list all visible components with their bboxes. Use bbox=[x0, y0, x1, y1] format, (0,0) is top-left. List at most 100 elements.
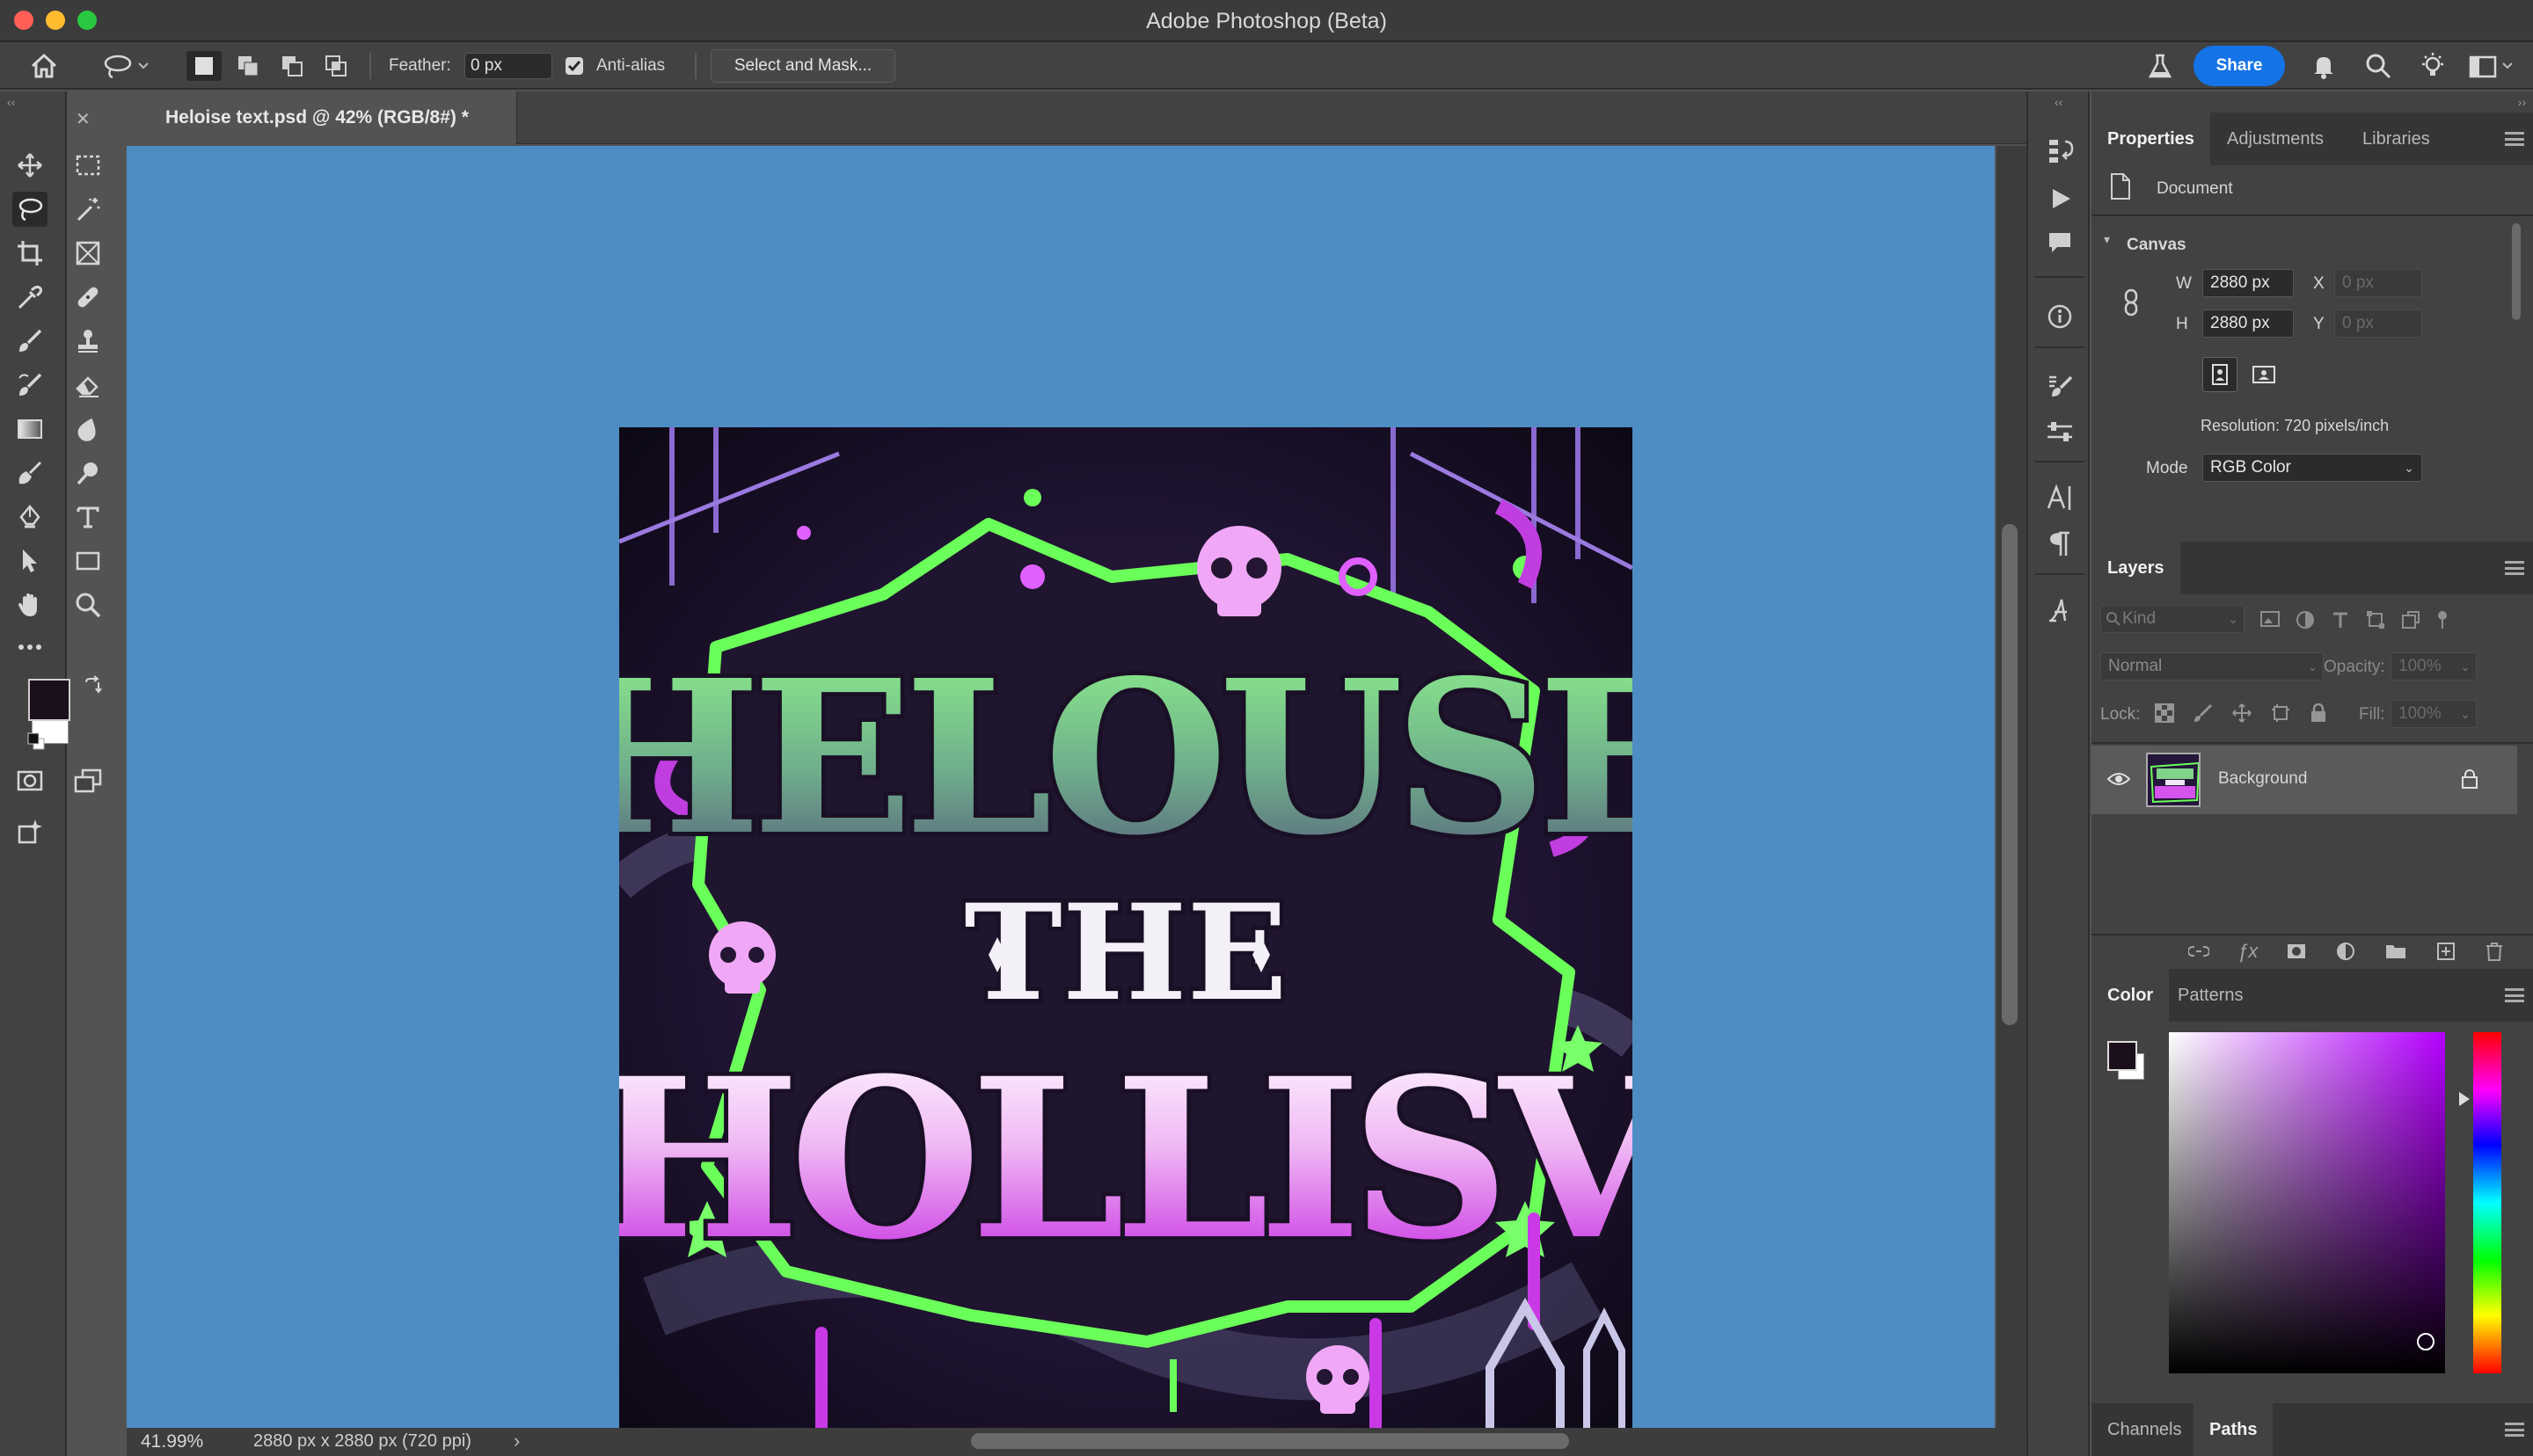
tab-libraries[interactable]: Libraries bbox=[2347, 113, 2446, 165]
new-group-icon[interactable] bbox=[2384, 941, 2407, 962]
collapse-panels-icon[interactable]: ›› bbox=[2518, 95, 2526, 109]
filter-pixel-icon[interactable] bbox=[2260, 610, 2280, 628]
blend-mode-select[interactable]: Normal ⌄ bbox=[2100, 652, 2324, 681]
path-selection-tool-icon[interactable] bbox=[12, 543, 47, 579]
info-panel-icon[interactable] bbox=[2040, 297, 2079, 336]
vertical-scrollbar[interactable] bbox=[1996, 146, 2026, 1428]
foreground-color-swatch[interactable] bbox=[28, 679, 70, 721]
opacity-input[interactable]: 100% ⌄ bbox=[2391, 652, 2477, 681]
generative-icon[interactable] bbox=[12, 814, 47, 849]
status-chevron-icon[interactable]: › bbox=[514, 1430, 520, 1452]
link-dimensions-icon[interactable] bbox=[2121, 288, 2141, 317]
magic-wand-tool-icon[interactable] bbox=[70, 192, 106, 227]
layers-menu-icon[interactable] bbox=[2505, 561, 2524, 575]
feather-input[interactable]: 0 px bbox=[464, 53, 552, 79]
healing-brush-tool-icon[interactable] bbox=[70, 280, 106, 315]
eraser-tool-icon[interactable] bbox=[70, 368, 106, 403]
mode-select[interactable]: RGB Color ⌄ bbox=[2202, 454, 2422, 482]
width-input[interactable]: 2880 px bbox=[2202, 269, 2294, 297]
flask-icon[interactable] bbox=[2142, 51, 2178, 81]
tab-layers[interactable]: Layers bbox=[2091, 542, 2180, 594]
close-tab-x-icon[interactable]: ✕ bbox=[76, 108, 91, 130]
filter-shape-icon[interactable] bbox=[2366, 610, 2385, 630]
horizontal-scroll-thumb[interactable] bbox=[971, 1433, 1569, 1449]
paragraph-panel-icon[interactable] bbox=[2040, 524, 2079, 563]
filter-type-icon[interactable] bbox=[2331, 610, 2350, 630]
gradient-tool-icon[interactable] bbox=[12, 411, 47, 447]
portrait-orientation-icon[interactable] bbox=[2202, 357, 2237, 392]
y-input[interactable]: 0 px bbox=[2334, 309, 2422, 338]
character-panel-icon[interactable] bbox=[2040, 478, 2079, 517]
hue-slider-marker-icon[interactable] bbox=[2459, 1092, 2470, 1106]
canvas-collapse-chevron-icon[interactable]: ▾ bbox=[2104, 232, 2110, 247]
tab-patterns[interactable]: Patterns bbox=[2162, 969, 2259, 1022]
properties-menu-icon[interactable] bbox=[2505, 132, 2524, 146]
marquee-tool-icon[interactable] bbox=[70, 148, 106, 183]
layer-lock-icon[interactable] bbox=[2461, 768, 2478, 790]
collapse-icons-icon[interactable]: ‹‹ bbox=[2055, 95, 2062, 109]
lock-pixels-icon[interactable] bbox=[2194, 703, 2213, 723]
filter-smart-object-icon[interactable] bbox=[2401, 610, 2420, 630]
layer-visibility-eye-icon[interactable] bbox=[2107, 770, 2130, 788]
lock-transparent-icon[interactable] bbox=[2155, 703, 2174, 723]
select-and-mask-button[interactable]: Select and Mask... bbox=[711, 49, 895, 83]
fill-input[interactable]: 100% ⌄ bbox=[2391, 700, 2477, 728]
rectangle-tool-icon[interactable] bbox=[70, 543, 106, 579]
zoom-level[interactable]: 41.99% bbox=[141, 1431, 203, 1452]
landscape-orientation-icon[interactable] bbox=[2246, 357, 2281, 392]
comments-panel-icon[interactable] bbox=[2040, 223, 2079, 262]
subtract-selection-icon[interactable] bbox=[274, 51, 310, 81]
paths-menu-icon[interactable] bbox=[2505, 1423, 2524, 1437]
more-tools-icon[interactable] bbox=[12, 630, 47, 665]
lock-position-icon[interactable] bbox=[2232, 703, 2252, 723]
zoom-tool-icon[interactable] bbox=[70, 587, 106, 622]
layer-effects-fx-icon[interactable]: ƒx bbox=[2237, 941, 2258, 962]
color-panel-fg-swatch[interactable] bbox=[2107, 1041, 2137, 1071]
tab-channels[interactable]: Channels bbox=[2091, 1403, 2198, 1456]
filter-adjustment-icon[interactable] bbox=[2296, 610, 2315, 630]
eyedropper-tool-icon[interactable] bbox=[12, 280, 47, 315]
new-layer-icon[interactable] bbox=[2435, 941, 2456, 962]
color-picker-marker[interactable] bbox=[2417, 1333, 2434, 1350]
dodge-tool-icon[interactable] bbox=[12, 455, 47, 491]
layer-kind-filter[interactable]: Kind ⌄ bbox=[2100, 605, 2245, 633]
color-menu-icon[interactable] bbox=[2505, 988, 2524, 1002]
history-brush-tool-icon[interactable] bbox=[12, 368, 47, 403]
height-input[interactable]: 2880 px bbox=[2202, 309, 2294, 338]
canvas-area[interactable]: HELOUSE THE HOLLISV bbox=[127, 146, 1995, 1440]
add-selection-icon[interactable] bbox=[230, 51, 266, 81]
document-tab[interactable]: ✕ Heloise text.psd @ 42% (RGB/8#) * bbox=[69, 91, 517, 144]
burn-tool-icon[interactable] bbox=[70, 455, 106, 491]
lock-artboard-icon[interactable] bbox=[2271, 703, 2290, 723]
tab-color[interactable]: Color bbox=[2091, 969, 2170, 1022]
layer-row[interactable]: Background bbox=[2091, 746, 2517, 814]
share-button[interactable]: Share bbox=[2194, 46, 2285, 86]
collapse-toolbar-icon[interactable]: ‹‹ bbox=[7, 95, 15, 109]
tab-adjustments[interactable]: Adjustments bbox=[2211, 113, 2340, 165]
intersect-selection-icon[interactable] bbox=[318, 51, 354, 81]
lasso-tool-icon[interactable] bbox=[12, 192, 47, 227]
antialias-checkbox[interactable] bbox=[566, 57, 583, 75]
brush-tool-icon[interactable] bbox=[12, 324, 47, 359]
screen-mode-icon[interactable] bbox=[70, 763, 106, 798]
lasso-preset-icon[interactable] bbox=[99, 51, 151, 81]
home-icon[interactable] bbox=[26, 51, 62, 81]
hue-slider[interactable] bbox=[2473, 1032, 2501, 1373]
vertical-scroll-thumb[interactable] bbox=[2002, 524, 2018, 1025]
brushes-panel-icon[interactable] bbox=[2040, 366, 2079, 404]
blur-tool-icon[interactable] bbox=[70, 411, 106, 447]
x-input[interactable]: 0 px bbox=[2334, 269, 2422, 297]
lock-all-icon[interactable] bbox=[2310, 703, 2327, 723]
actions-panel-icon[interactable] bbox=[2040, 179, 2079, 218]
properties-scroll-thumb[interactable] bbox=[2512, 223, 2521, 320]
pen-tool-icon[interactable] bbox=[12, 499, 47, 535]
hand-tool-icon[interactable] bbox=[12, 587, 47, 622]
delete-layer-icon[interactable] bbox=[2485, 941, 2504, 962]
link-layers-icon[interactable] bbox=[2188, 941, 2209, 962]
tab-paths[interactable]: Paths bbox=[2194, 1403, 2274, 1456]
swap-colors-icon[interactable] bbox=[83, 675, 102, 695]
new-selection-icon[interactable] bbox=[186, 51, 222, 81]
search-icon[interactable] bbox=[2361, 51, 2396, 81]
filter-toggle-icon[interactable] bbox=[2436, 610, 2449, 630]
move-tool-icon[interactable] bbox=[12, 148, 47, 183]
